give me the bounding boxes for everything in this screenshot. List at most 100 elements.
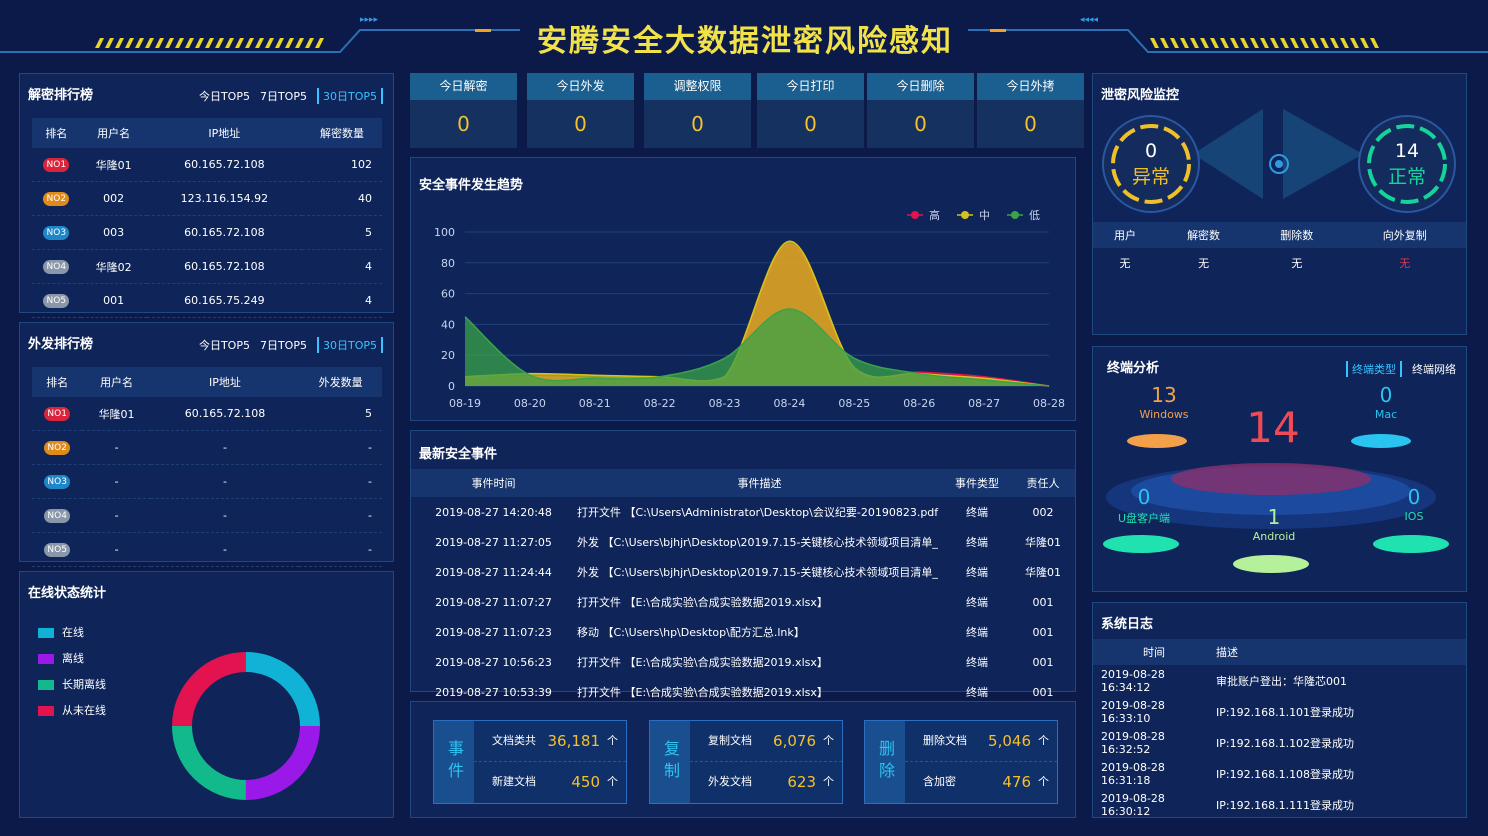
col-user: 用户 xyxy=(1113,229,1136,242)
legend-swatch xyxy=(38,680,54,690)
stat-card: 事件 文档类共 36,181 个新建文档 450 个 xyxy=(433,720,627,804)
table-row[interactable]: 2019-08-28 16:31:18 IP:192.168.1.108登录成功 xyxy=(1093,758,1466,789)
event-desc: 移动 【C:\Users\hp\Desktop\配方汇总.lnk】 xyxy=(577,626,805,639)
decrypt-rank-panel: 解密排行榜 今日TOP5 7日TOP5 30日TOP5 排名 用户名 IP地址 解密数… xyxy=(19,73,394,318)
rank-cell: NO1 xyxy=(32,397,83,431)
value-delete: 无 xyxy=(1291,257,1303,270)
kpi-card: 今日删除 0 xyxy=(867,73,974,148)
count-cell: - xyxy=(299,532,382,567)
event-time: 2019-08-27 11:07:27 xyxy=(435,595,552,609)
kpi-label: 调整权限 xyxy=(644,73,751,100)
table-row[interactable]: NO3 003 60.165.72.108 5 xyxy=(32,215,382,250)
terminal-name: U盘客户端 xyxy=(1117,512,1171,525)
stat-row: 外发文档 623 个 xyxy=(690,762,842,802)
event-type: 终端 xyxy=(966,536,988,549)
table-row[interactable]: NO3- - - xyxy=(32,464,382,499)
kpi-card: 今日外拷 0 xyxy=(977,73,1084,148)
table-row[interactable]: 2019-08-27 14:20:48 打开文件 【C:\Users\Admini… xyxy=(411,497,1075,527)
kpi-label: 今日打印 xyxy=(757,73,864,100)
kpi-label: 今日解密 xyxy=(410,73,517,100)
legend-item[interactable]: 长期离线 xyxy=(38,672,106,698)
abnormal-label: 异常 xyxy=(1131,166,1170,188)
panel-title: 系统日志 xyxy=(1101,617,1154,632)
header: ▸▸▸▸ ◂◂◂◂ 安腾安全大数据泄密风险感知 xyxy=(0,0,1488,62)
table-row[interactable]: 2019-08-27 11:27:05 外发 【C:\Users\bjhjr\De… xyxy=(411,527,1075,557)
risk-monitor-panel: 泄密风险监控 0 异常 14 正常 用户 解密数 删除数 向外复制 无 无 无 … xyxy=(1092,73,1467,335)
legend-item[interactable]: 离线 xyxy=(38,646,106,672)
table-row[interactable]: NO2 002 123.116.154.92 40 xyxy=(32,181,382,216)
stat-row: 复制文档 6,076 个 xyxy=(690,721,842,762)
table-row[interactable]: 2019-08-28 16:32:52 IP:192.168.1.102登录成功 xyxy=(1093,727,1466,758)
count-cell: 40 xyxy=(302,181,382,216)
syslog-panel: 系统日志 时间 描述 2019-08-28 16:34:12 审批账户登出：华隆芯00… xyxy=(1092,602,1467,818)
table-row[interactable]: NO5- - - xyxy=(32,532,382,567)
table-row[interactable]: NO1 华隆01 60.165.72.108 5 xyxy=(32,397,382,431)
tab-today[interactable]: 今日TOP5 xyxy=(199,88,250,104)
tab-30day[interactable]: 30日TOP5 xyxy=(316,337,383,353)
stat-row: 文档类共 36,181 个 xyxy=(474,721,626,762)
tab-group: 今日TOP5 7日TOP5 30日TOP5 xyxy=(199,337,383,353)
tab-terminal-type[interactable]: 终端类型 xyxy=(1346,361,1402,377)
legend-label: 低 xyxy=(1029,209,1040,222)
table-row[interactable]: 2019-08-28 16:33:10 IP:192.168.1.101登录成功 xyxy=(1093,696,1466,727)
rank-badge: NO3 xyxy=(43,226,70,240)
y-tick-label: 60 xyxy=(441,288,455,301)
terminal-count: 0 xyxy=(1137,485,1151,509)
tab-30day[interactable]: 30日TOP5 xyxy=(316,88,383,104)
stat-card: 删除 删除文档 5,046 个含加密 476 个 xyxy=(864,720,1058,804)
x-tick-label: 08-25 xyxy=(838,397,870,410)
table-row[interactable]: 2019-08-27 11:24:44 外发 【C:\Users\bjhjr\De… xyxy=(411,557,1075,587)
x-tick-label: 08-27 xyxy=(968,397,1000,410)
x-tick-label: 08-20 xyxy=(514,397,546,410)
rank-badge: NO4 xyxy=(44,509,71,523)
event-desc: 外发 【C:\Users\bjhjr\Desktop\2019.7.15-关键核… xyxy=(577,536,938,549)
table-row[interactable]: 2019-08-28 16:34:12 审批账户登出：华隆芯001 xyxy=(1093,665,1466,696)
col-delete: 删除数 xyxy=(1280,229,1314,242)
table-header: 排名 用户名 IP地址 外发数量 xyxy=(32,367,382,397)
table-row[interactable]: NO2- - - xyxy=(32,430,382,465)
terminal-name: Windows xyxy=(1139,408,1189,421)
page-title: 安腾安全大数据泄密风险感知 xyxy=(537,24,953,59)
rank-cell: NO4 xyxy=(32,498,83,533)
log-desc: IP:192.168.1.108登录成功 xyxy=(1216,767,1355,781)
stat-row: 新建文档 450 个 xyxy=(474,762,626,802)
stat-unit: 个 xyxy=(823,775,834,788)
tab-7day[interactable]: 7日TOP5 xyxy=(260,337,307,353)
column-header: 排名 xyxy=(32,118,81,148)
count-cell: 5 xyxy=(302,215,382,250)
table-row[interactable]: NO4 华隆02 60.165.72.108 4 xyxy=(32,249,382,284)
tab-7day[interactable]: 7日TOP5 xyxy=(260,88,307,104)
legend-item[interactable]: 在线 xyxy=(38,620,106,646)
ip-cell: - xyxy=(150,464,300,499)
rank-cell: NO5 xyxy=(32,532,83,567)
stat-category: 复制 xyxy=(650,721,690,803)
online-donut xyxy=(172,652,320,800)
kpi-card: 调整权限 0 xyxy=(644,73,751,148)
table-row[interactable]: 2019-08-27 10:56:23 打开文件 【E:\合成实验\合成实验数据2… xyxy=(411,647,1075,677)
table-row[interactable]: NO4- - - xyxy=(32,498,382,533)
legend-item[interactable]: 从未在线 xyxy=(38,698,106,724)
tab-today[interactable]: 今日TOP5 xyxy=(199,337,250,353)
normal-label: 正常 xyxy=(1387,166,1426,188)
value-user: 无 xyxy=(1119,257,1131,270)
user-cell: 华隆01 xyxy=(82,397,151,431)
event-owner: 001 xyxy=(1032,595,1054,609)
kpi-value: 0 xyxy=(867,100,974,148)
table-row[interactable]: 2019-08-28 16:30:12 IP:192.168.1.111登录成功 xyxy=(1093,789,1466,820)
send-rank-table: 排名 用户名 IP地址 外发数量 NO1 华隆01 60.165.72.108 5 NO2- - -… xyxy=(32,367,382,567)
tab-terminal-network[interactable]: 终端网络 xyxy=(1412,361,1456,377)
x-tick-label: 08-23 xyxy=(709,397,741,410)
terminal-name: IOS xyxy=(1404,510,1424,523)
table-row[interactable]: NO1 华隆01 60.165.72.108 102 xyxy=(32,148,382,182)
table-row[interactable]: NO5 001 60.165.75.249 4 xyxy=(32,283,382,318)
column-header: 用户名 xyxy=(80,118,147,148)
online-status-panel: 在线状态统计 在线 离线 长期离线 从未在线 xyxy=(19,571,394,818)
terminal-name: Android xyxy=(1252,530,1296,543)
user-cell: 华隆01 xyxy=(80,148,147,182)
table-row[interactable]: 2019-08-27 11:07:27 打开文件 【E:\合成实验\合成实验数据2… xyxy=(411,587,1075,617)
log-time: 2019-08-28 16:32:52 xyxy=(1101,729,1165,756)
event-owner: 华隆01 xyxy=(1025,536,1061,549)
table-row[interactable]: 2019-08-27 11:07:23 移动 【C:\Users\hp\Deskt… xyxy=(411,617,1075,647)
stat-value: 6,076 xyxy=(773,732,816,750)
event-type: 终端 xyxy=(966,596,988,609)
